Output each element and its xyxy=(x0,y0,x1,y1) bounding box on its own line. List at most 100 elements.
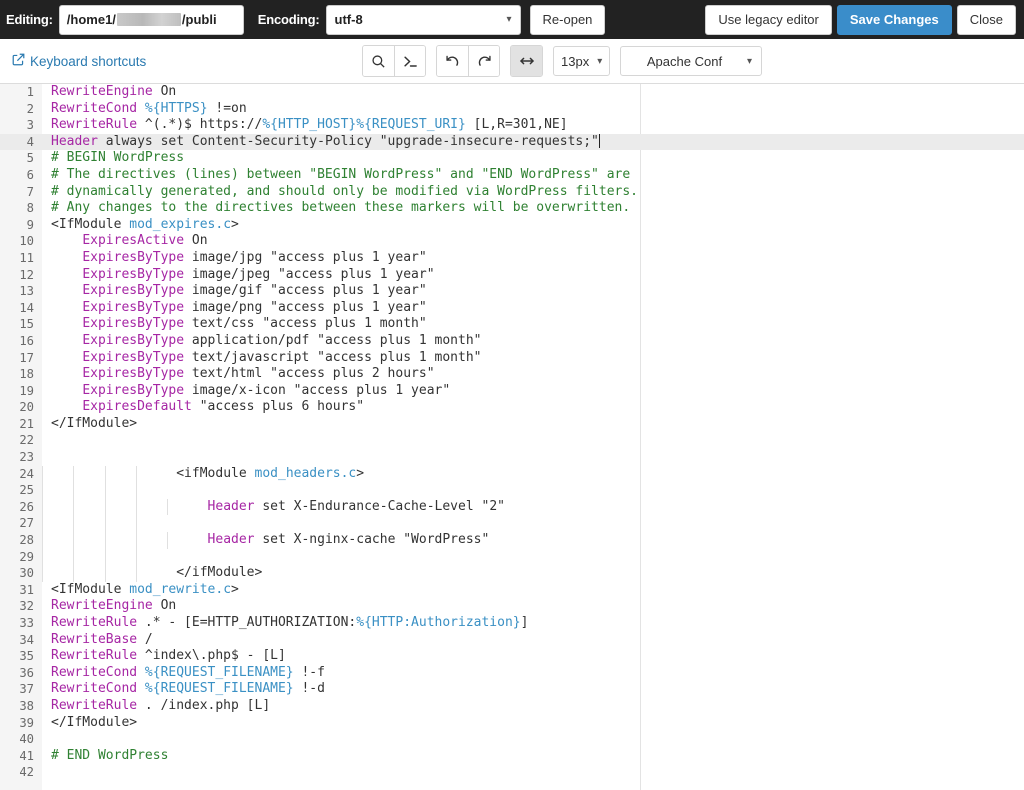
code-line[interactable]: 27 xyxy=(0,515,1024,533)
code-line[interactable]: 19 ExpiresByType image/x-icon "access pl… xyxy=(0,383,1024,400)
keyboard-shortcuts-link[interactable]: Keyboard shortcuts xyxy=(12,53,146,69)
indent-guide xyxy=(104,532,106,549)
word-wrap-icon[interactable] xyxy=(511,46,542,76)
undo-icon[interactable] xyxy=(437,46,468,76)
code-line[interactable]: 26 Header set X-Endurance-Cache-Level "2… xyxy=(0,498,1024,516)
code-line[interactable]: 35 RewriteRule ^index\.php$ - [L] xyxy=(0,648,1024,665)
reopen-button[interactable]: Re-open xyxy=(529,4,606,35)
code-line[interactable]: 40 xyxy=(0,731,1024,748)
code-line[interactable]: 30 </ifModule> xyxy=(0,565,1024,582)
code-line[interactable]: 29 xyxy=(0,548,1024,566)
file-path-field[interactable]: /home1/ /publi xyxy=(58,4,244,35)
font-size-select[interactable]: 13px ▾ xyxy=(553,46,610,76)
code-line[interactable]: 34 RewriteBase / xyxy=(0,632,1024,649)
code-line[interactable]: 41 # END WordPress xyxy=(0,748,1024,765)
code-line[interactable]: 39 </IfModule> xyxy=(0,715,1024,732)
line-number: 18 xyxy=(19,367,34,382)
code-line[interactable]: 8 # Any changes to the directives between… xyxy=(0,200,1024,217)
search-icon[interactable] xyxy=(363,46,394,76)
command-prompt-icon[interactable] xyxy=(394,46,425,76)
token-tag: > xyxy=(231,216,239,232)
code-line[interactable]: 32 RewriteEngine On xyxy=(0,598,1024,615)
code-line-content: ExpiresDefault "access plus 6 hours" xyxy=(42,399,1024,416)
code-line[interactable]: 3 RewriteRule ^(.*)$ https://%{HTTP_HOST}… xyxy=(0,117,1024,134)
save-changes-button[interactable]: Save Changes xyxy=(836,4,952,35)
code-line[interactable]: 5 # BEGIN WordPress xyxy=(0,150,1024,167)
code-line[interactable]: 2 RewriteCond %{HTTPS} !=on xyxy=(0,101,1024,118)
code-line[interactable]: 33 RewriteRule .* - [E=HTTP_AUTHORIZATION… xyxy=(0,615,1024,632)
code-line[interactable]: 23 xyxy=(0,449,1024,466)
code-editor[interactable]: 1 RewriteEngine On 2 RewriteCond %{HTTPS} !… xyxy=(0,84,1024,790)
chevron-down-icon: ▾ xyxy=(506,14,512,25)
token-dir: ExpiresByType xyxy=(82,299,185,315)
code-line[interactable]: 14 ExpiresByType image/png "access plus … xyxy=(0,300,1024,317)
token-dir: RewriteRule xyxy=(51,697,138,713)
token-txt: image/png "access plus 1 year" xyxy=(184,299,427,315)
token-tag: <IfModule xyxy=(51,581,130,597)
token-txt: . /index.php [L] xyxy=(137,697,271,713)
code-line-content: <IfModule mod_rewrite.c> xyxy=(42,582,1024,599)
code-line[interactable]: 11 ExpiresByType image/jpg "access plus … xyxy=(0,250,1024,267)
code-line-content: Header set X-nginx-cache "WordPress" xyxy=(42,532,1024,549)
token-txt: On xyxy=(152,598,177,614)
code-line[interactable]: 13 ExpiresByType image/gif "access plus … xyxy=(0,283,1024,300)
indent-guide xyxy=(135,515,137,533)
line-number: 30 xyxy=(19,566,34,581)
code-line[interactable]: 16 ExpiresByType application/pdf "access… xyxy=(0,333,1024,350)
indent-guide xyxy=(42,482,43,499)
code-line[interactable]: 20 ExpiresDefault "access plus 6 hours" xyxy=(0,399,1024,416)
token-dir: ExpiresByType xyxy=(82,249,185,265)
code-line[interactable]: 18 ExpiresByType text/html "access plus … xyxy=(0,366,1024,383)
indent-guide xyxy=(104,482,106,499)
code-line[interactable]: 37 RewriteCond %{REQUEST_FILENAME} !-d xyxy=(0,681,1024,698)
code-line[interactable]: 10 ExpiresActive On xyxy=(0,233,1024,250)
code-line[interactable]: 9 <IfModule mod_expires.c> xyxy=(0,217,1024,234)
token-dir: RewriteRule xyxy=(51,648,138,664)
line-number: 4 xyxy=(26,134,34,149)
line-number: 34 xyxy=(19,632,34,647)
token-tag: </IfModule> xyxy=(51,714,138,730)
code-line-content: RewriteRule . /index.php [L] xyxy=(42,698,1024,715)
line-number: 35 xyxy=(19,649,34,664)
indent-guide xyxy=(104,515,106,533)
line-number: 8 xyxy=(26,201,34,216)
indent-guide xyxy=(73,515,75,533)
line-number: 39 xyxy=(19,715,34,730)
code-line[interactable]: 4 Header always set Content-Security-Poli… xyxy=(0,133,1024,151)
code-line[interactable]: 15 ExpiresByType text/css "access plus 1… xyxy=(0,316,1024,333)
indent-guide xyxy=(167,498,169,516)
code-line-content: ExpiresByType image/gif "access plus 1 y… xyxy=(42,283,1024,300)
code-line[interactable]: 12 ExpiresByType image/jpeg "access plus… xyxy=(0,267,1024,284)
code-line[interactable]: 28 Header set X-nginx-cache "WordPress" xyxy=(0,532,1024,549)
indent-guide xyxy=(104,498,106,516)
redo-icon[interactable] xyxy=(468,46,499,76)
code-line[interactable]: 7 # dynamically generated, and should onl… xyxy=(0,184,1024,201)
indent-guide xyxy=(135,498,137,516)
line-number: 32 xyxy=(19,599,34,614)
keyboard-shortcuts-label: Keyboard shortcuts xyxy=(30,53,147,69)
code-line[interactable]: 38 RewriteRule . /index.php [L] xyxy=(0,698,1024,715)
code-line[interactable]: 1 RewriteEngine On xyxy=(0,84,1024,101)
token-dir: RewriteBase xyxy=(51,631,138,647)
code-line[interactable]: 22 xyxy=(0,432,1024,449)
code-line[interactable]: 17 ExpiresByType text/javascript "access… xyxy=(0,350,1024,367)
code-line[interactable]: 25 xyxy=(0,482,1024,499)
code-line[interactable]: 24 <ifModule mod_headers.c> xyxy=(0,465,1024,483)
use-legacy-editor-button[interactable]: Use legacy editor xyxy=(705,4,832,35)
indent-guide xyxy=(135,548,137,566)
indent-guide xyxy=(167,532,169,549)
code-line[interactable]: 31 <IfModule mod_rewrite.c> xyxy=(0,582,1024,599)
close-button[interactable]: Close xyxy=(956,4,1016,35)
code-line[interactable]: 21 </IfModule> xyxy=(0,416,1024,433)
encoding-select[interactable]: utf-8 ▾ xyxy=(325,4,521,35)
token-dir: RewriteCond xyxy=(51,681,138,697)
code-line[interactable]: 6 # The directives (lines) between "BEGIN… xyxy=(0,167,1024,184)
code-line[interactable]: 42 xyxy=(0,764,1024,781)
code-line[interactable]: 36 RewriteCond %{REQUEST_FILENAME} !-f xyxy=(0,665,1024,682)
language-mode-select[interactable]: Apache Conf ▾ xyxy=(620,46,762,76)
